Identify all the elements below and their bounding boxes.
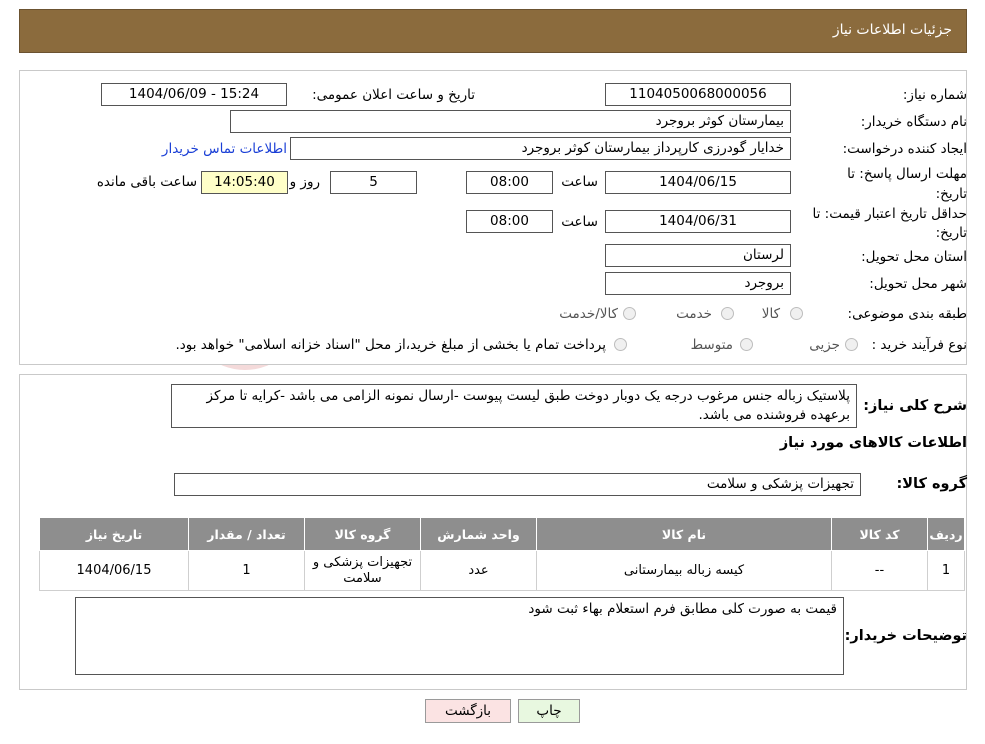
goods-table: ردیف کد کالا نام کالا واحد شمارش گروه کا… <box>39 517 965 591</box>
deadline-label: مهلت ارسال پاسخ: تا <box>847 166 967 182</box>
buyer-notes-textarea[interactable]: قیمت به صورت کلی مطابق فرم استعلام بهاء … <box>75 597 844 675</box>
category-goods-service-radio[interactable] <box>623 307 636 320</box>
cell-item-group: تجهیزات پزشکی و سلامت <box>304 550 421 591</box>
category-label: طبقه بندی موضوعی: <box>847 306 967 322</box>
cell-need-date: 1404/06/15 <box>39 550 189 591</box>
category-service-label: خدمت <box>676 306 712 322</box>
col-row-number: ردیف <box>927 517 965 551</box>
print-button[interactable]: چاپ <box>518 699 580 723</box>
need-number-field: 1104050068000056 <box>605 83 791 106</box>
validity-date-field: 1404/06/31 <box>605 210 791 233</box>
validity-time-label: ساعت <box>561 214 598 230</box>
process-treasury-radio[interactable] <box>614 338 627 351</box>
cell-unit: عدد <box>420 550 537 591</box>
cell-item-code: -- <box>831 550 928 591</box>
remaining-time-field: 14:05:40 <box>201 171 288 194</box>
goods-group-field: تجهیزات پزشکی و سلامت <box>174 473 861 496</box>
province-field: لرستان <box>605 244 791 267</box>
col-item-code: کد کالا <box>831 517 928 551</box>
col-item-group: گروه کالا <box>304 517 421 551</box>
goods-section-title: اطلاعات کالاهای مورد نیاز <box>779 435 967 451</box>
cell-item-name: کیسه زباله بیمارستانی <box>536 550 832 591</box>
process-medium-radio[interactable] <box>740 338 753 351</box>
days-remaining-field: 5 <box>330 171 417 194</box>
remaining-time-label: ساعت باقی مانده <box>96 174 197 190</box>
description-label: شرح کلی نیاز: <box>863 398 967 414</box>
page-header: جزئیات اطلاعات نیاز <box>19 9 967 53</box>
buyer-org-field: بیمارستان کوثر بروجرد <box>230 110 791 133</box>
category-service-radio[interactable] <box>721 307 734 320</box>
validity-time-field: 08:00 <box>466 210 553 233</box>
buyer-notes-label: توضیحات خریدار: <box>844 628 967 644</box>
col-quantity: تعداد / مقدار <box>188 517 305 551</box>
cell-row-number: 1 <box>927 550 965 591</box>
process-minor-label: جزیی <box>809 337 840 353</box>
table-row: 1 -- کیسه زباله بیمارستانی عدد تجهیزات پ… <box>39 550 965 591</box>
contact-info-link[interactable]: اطلاعات تماس خریدار <box>162 141 287 157</box>
description-text: پلاستیک زباله جنس مرغوب درجه یک دوبار دو… <box>206 388 850 423</box>
category-goods-service-label: کالا/خدمت <box>559 306 618 322</box>
deadline-date-field: 1404/06/15 <box>605 171 791 194</box>
col-item-name: نام کالا <box>536 517 832 551</box>
process-medium-label: متوسط <box>690 337 733 353</box>
category-goods-label: کالا <box>761 306 780 322</box>
category-goods-radio[interactable] <box>790 307 803 320</box>
buyer-notes-text: قیمت به صورت کلی مطابق فرم استعلام بهاء … <box>528 601 837 617</box>
deadline-time-field: 08:00 <box>466 171 553 194</box>
city-field: بروجرد <box>605 272 791 295</box>
announce-field: 1404/06/09 - 15:24 <box>101 83 287 106</box>
goods-table-header: ردیف کد کالا نام کالا واحد شمارش گروه کا… <box>39 517 965 551</box>
process-treasury-note: پرداخت تمام یا بخشی از مبلغ خرید،از محل … <box>175 337 606 353</box>
validity-label: حداقل تاریخ اعتبار قیمت: تا <box>812 206 967 222</box>
page-title: جزئیات اطلاعات نیاز <box>832 22 952 38</box>
creator-field: خدایار گودرزی کارپرداز بیمارستان کوثر بر… <box>290 137 791 160</box>
need-number-label: شماره نیاز: <box>902 87 967 103</box>
back-button[interactable]: بازگشت <box>425 699 511 723</box>
goods-group-label: گروه کالا: <box>896 476 967 492</box>
col-need-date: تاریخ نیاز <box>39 517 189 551</box>
cell-quantity: 1 <box>188 550 305 591</box>
province-label: استان محل تحویل: <box>861 249 967 265</box>
buyer-org-label: نام دستگاه خریدار: <box>860 114 967 130</box>
creator-label: ایجاد کننده درخواست: <box>842 141 967 157</box>
deadline-label-2: تاریخ: <box>935 186 967 202</box>
deadline-time-label: ساعت <box>561 174 598 190</box>
days-label: روز و <box>289 174 320 190</box>
process-minor-radio[interactable] <box>845 338 858 351</box>
city-label: شهر محل تحویل: <box>869 276 967 292</box>
col-unit: واحد شمارش <box>420 517 537 551</box>
announce-label: تاریخ و ساعت اعلان عمومی: <box>312 87 475 103</box>
process-label: نوع فرآیند خرید : <box>871 337 967 353</box>
validity-label-2: تاریخ: <box>935 225 967 241</box>
description-textarea[interactable]: پلاستیک زباله جنس مرغوب درجه یک دوبار دو… <box>171 384 857 428</box>
